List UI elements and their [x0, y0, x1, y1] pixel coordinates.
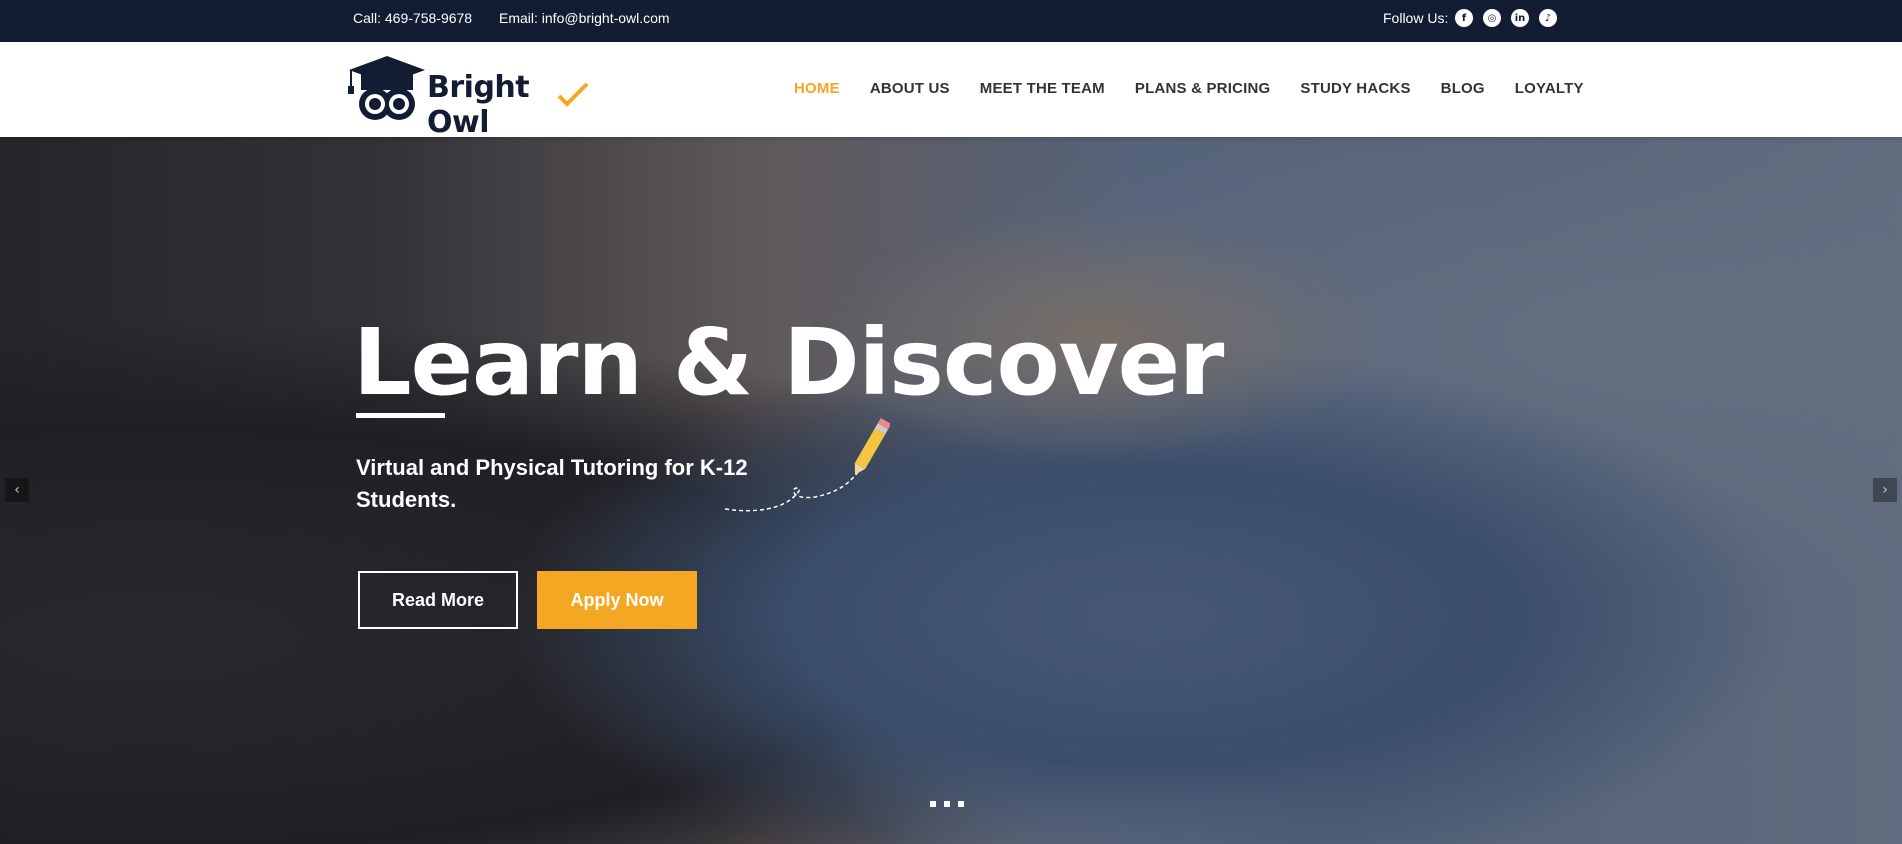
tiktok-icon[interactable]: ♪: [1539, 9, 1557, 27]
nav-about-us[interactable]: ABOUT US: [870, 80, 950, 97]
hero-title-underline: [356, 413, 445, 418]
site-header: Bright Owl HOME ABOUT US MEET THE TEAM P…: [0, 42, 1902, 140]
hero-slider: Learn & Discover Virtual and Physical Tu…: [0, 137, 1902, 844]
read-more-button[interactable]: Read More: [358, 571, 518, 629]
slider-pagination: [930, 801, 964, 807]
nav-loyalty[interactable]: LOYALTY: [1515, 80, 1584, 97]
slider-next-arrow-icon[interactable]: ›: [1873, 478, 1897, 502]
hero-title: Learn & Discover: [353, 309, 1224, 416]
slider-dot[interactable]: [944, 801, 950, 807]
pencil-doodle-icon: [724, 417, 890, 512]
nav-meet-the-team[interactable]: MEET THE TEAM: [980, 80, 1105, 97]
nav-home[interactable]: HOME: [794, 80, 840, 97]
hero-subtitle: Virtual and Physical Tutoring for K-12 S…: [356, 455, 748, 512]
phone-number[interactable]: Call: 469-758-9678: [353, 10, 472, 26]
checkmark-icon: [557, 82, 589, 107]
email-address[interactable]: Email: info@bright-owl.com: [499, 10, 670, 26]
instagram-icon[interactable]: ◎: [1483, 9, 1501, 27]
nav-blog[interactable]: BLOG: [1441, 80, 1485, 97]
slider-dot[interactable]: [930, 801, 936, 807]
slider-prev-arrow-icon[interactable]: ‹: [5, 478, 29, 502]
site-logo[interactable]: Bright Owl: [347, 56, 592, 140]
owl-graduation-cap-icon: [348, 56, 425, 120]
facebook-icon[interactable]: f: [1455, 9, 1473, 27]
slider-dot[interactable]: [958, 801, 964, 807]
nav-plans-pricing[interactable]: PLANS & PRICING: [1135, 80, 1271, 97]
top-contact-bar: Call: 469-758-9678 Email: info@bright-ow…: [0, 0, 1902, 42]
main-navigation: HOME ABOUT US MEET THE TEAM PLANS & PRIC…: [794, 80, 1584, 97]
follow-us-label: Follow Us:: [1383, 10, 1449, 26]
social-links: f ◎ in ♪: [1455, 9, 1557, 27]
linkedin-icon[interactable]: in: [1511, 9, 1529, 27]
apply-now-button[interactable]: Apply Now: [537, 571, 697, 629]
nav-study-hacks[interactable]: STUDY HACKS: [1300, 80, 1410, 97]
